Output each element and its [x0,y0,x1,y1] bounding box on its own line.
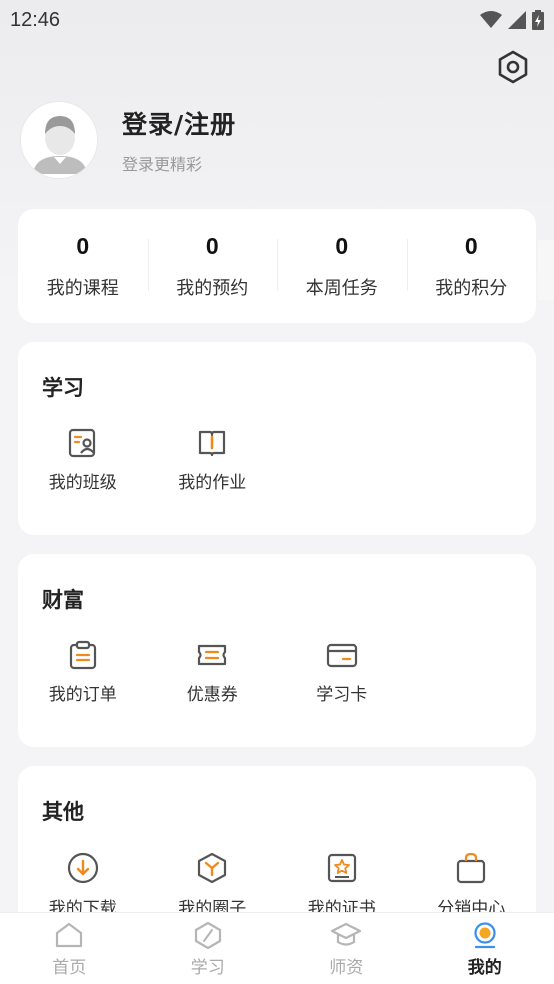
tab-home[interactable]: 首页 [0,913,139,984]
stat-points[interactable]: 0 我的积分 [406,232,537,300]
login-subtitle: 登录更精彩 [122,155,203,174]
profile-header[interactable]: 登录/注册 登录更精彩 [20,101,236,179]
study-card-item[interactable]: 学习卡 [277,640,407,705]
stat-appointments[interactable]: 0 我的预约 [147,232,278,300]
status-icons [480,10,544,30]
my-circle-item[interactable]: 我的圈子 [148,852,278,919]
home-icon [56,922,83,948]
tab-label: 我的 [467,958,502,978]
stat-weekly-tasks[interactable]: 0 本周任务 [277,233,407,300]
signal-icon [508,11,526,29]
coupon-icon [198,644,227,666]
learn-pen-icon [194,921,221,949]
stat-value: 0 [335,232,349,259]
homework-book-icon [199,430,226,457]
circle-hexagon-icon [198,852,227,884]
order-clipboard-icon [69,640,96,670]
tab-learn[interactable]: 学习 [139,913,278,984]
my-homework-item[interactable]: 我的作业 [148,428,278,493]
class-icon [68,428,95,458]
stats-card: 0 我的课程 0 我的预约 0 本周任务 0 我的积分 [18,209,536,323]
learn-section: 学习 我的班级 我的作业 [18,342,536,535]
my-orders-item[interactable]: 我的订单 [18,640,148,705]
wealth-section: 财富 我的订单 优惠券 学习卡 [18,554,536,747]
tab-label: 学习 [190,958,225,978]
graduation-cap-icon [331,922,362,946]
login-register-title[interactable]: 登录/注册 [122,105,236,141]
grid-label: 我的作业 [178,473,247,493]
stat-label: 本周任务 [305,277,378,299]
card-icon [326,643,357,668]
status-time: 12:46 [10,8,61,31]
stat-label: 我的课程 [46,277,119,299]
my-class-item[interactable]: 我的班级 [18,428,148,493]
coupons-item[interactable]: 优惠券 [148,640,278,705]
profile-tab-icon [474,922,496,949]
my-downloads-item[interactable]: 我的下载 [18,852,148,919]
battery-icon [532,10,544,30]
grid-label: 优惠券 [186,685,238,705]
section-title: 其他 [42,800,84,824]
stat-courses[interactable]: 0 我的课程 [18,233,148,300]
grid-label: 学习卡 [316,685,368,705]
avatar[interactable] [20,101,98,179]
stat-value: 0 [205,232,219,259]
my-certificates-item[interactable]: 我的证书 [277,852,407,919]
settings-icon[interactable] [496,50,530,84]
stat-value: 0 [76,232,90,259]
wifi-icon [480,11,502,28]
stat-value: 0 [464,232,478,259]
stat-label: 我的积分 [435,277,508,299]
tab-label: 首页 [52,958,87,978]
stat-label: 我的预约 [176,277,249,299]
download-icon [67,852,98,884]
distribution-center-item[interactable]: 分销中心 [407,852,537,919]
grid-label: 我的班级 [48,473,117,493]
grid-label: 我的订单 [48,685,117,705]
tab-teachers[interactable]: 师资 [277,913,416,984]
shopping-bag-icon [457,852,486,884]
default-avatar-icon [22,103,97,178]
section-title: 学习 [42,376,84,400]
certificate-icon [327,853,356,883]
tab-label: 师资 [329,958,364,978]
section-title: 财富 [42,588,84,612]
decor-edge [538,240,554,300]
tab-mine[interactable]: 我的 [416,913,554,984]
status-bar: 12:46 [0,0,554,40]
bottom-tab-bar: 首页 学习 师资 我的 [0,912,554,984]
